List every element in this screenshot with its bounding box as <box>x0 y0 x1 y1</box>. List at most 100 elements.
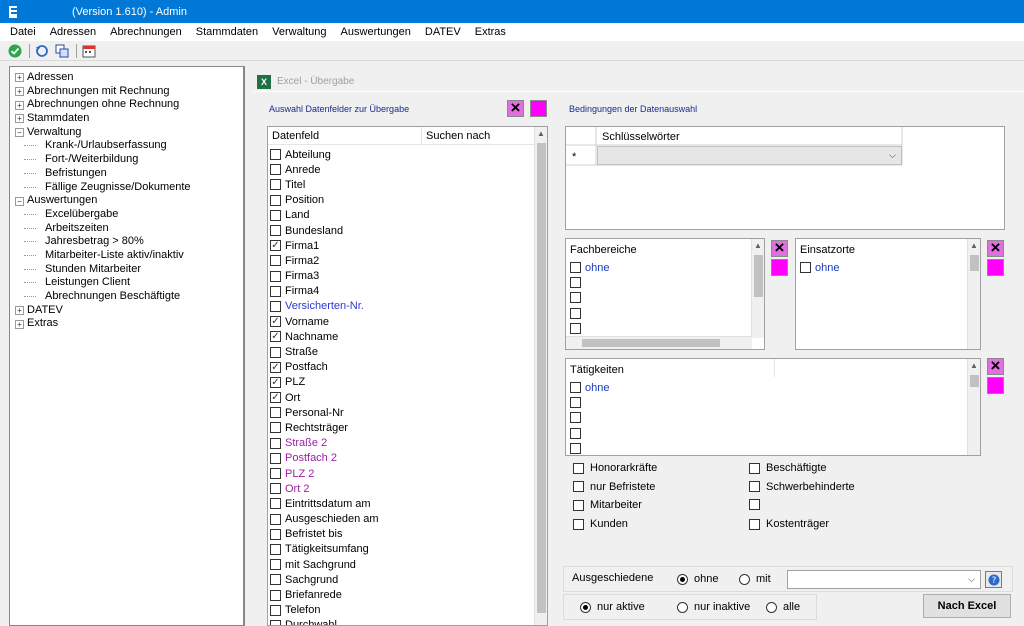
scroll-up-arrow[interactable]: ▲ <box>535 127 547 141</box>
field-checkbox[interactable] <box>270 209 281 221</box>
list-item[interactable]: ohne <box>800 260 839 275</box>
list-item-checkbox[interactable] <box>570 262 581 274</box>
tree-item[interactable]: + Stammdaten <box>15 112 191 126</box>
column-datenfeld[interactable]: Datenfeld <box>268 127 422 144</box>
list-item[interactable] <box>570 306 609 321</box>
expand-icon[interactable]: + <box>15 73 24 83</box>
person-type-checkbox[interactable] <box>749 499 760 511</box>
expand-icon[interactable]: + <box>15 100 24 110</box>
person-type-checkbox[interactable] <box>749 518 760 530</box>
field-row[interactable]: Straße <box>270 344 379 359</box>
tree-item[interactable]: − Verwaltung <box>15 126 191 140</box>
list-item-checkbox[interactable] <box>570 292 581 304</box>
field-row[interactable]: Durchwahl <box>270 618 379 625</box>
collapse-icon[interactable]: − <box>15 196 24 206</box>
field-checkbox[interactable] <box>270 498 281 510</box>
list-item-checkbox[interactable] <box>570 427 581 439</box>
tree-item[interactable]: + Adressen <box>15 71 191 85</box>
tree-item[interactable]: − Auswertungen <box>15 194 191 208</box>
scroll-up-arrow[interactable]: ▲ <box>968 239 980 253</box>
menu-datei[interactable]: Datei <box>0 26 43 38</box>
field-checkbox[interactable] <box>270 225 281 237</box>
radio-indicator[interactable] <box>739 573 750 585</box>
field-checkbox[interactable] <box>270 361 281 373</box>
person-type-checkbox[interactable] <box>573 481 584 493</box>
field-row[interactable]: Telefon <box>270 603 379 618</box>
deselect-all-fields-button[interactable] <box>507 98 524 118</box>
list-item[interactable] <box>570 441 609 455</box>
menu-stammdaten[interactable]: Stammdaten <box>189 26 265 38</box>
chevron-down-icon[interactable]: ⌵ <box>964 572 979 587</box>
collapse-icon[interactable]: − <box>15 128 24 138</box>
field-row[interactable]: Ort <box>270 390 379 405</box>
scroll-up-arrow[interactable]: ▲ <box>968 359 980 373</box>
export-excel-button[interactable]: Nach Excel <box>923 594 1011 618</box>
person-type-checkbox[interactable] <box>573 462 584 474</box>
chevron-down-icon[interactable]: ⌵ <box>885 148 900 163</box>
taetigkeiten-scrollbar[interactable]: ▲ <box>967 359 980 455</box>
einsatzorte-scrollbar[interactable]: ▲ <box>967 239 980 349</box>
person-type-option[interactable]: nur Befristete <box>573 481 655 493</box>
person-type-checkbox[interactable] <box>573 499 584 511</box>
field-checkbox[interactable] <box>270 316 281 328</box>
list-item-checkbox[interactable] <box>570 412 581 424</box>
deselect-all-einsatzorte-button[interactable] <box>987 238 1004 258</box>
ausgeschiedene-ohne-radio[interactable]: ohne <box>677 573 718 585</box>
menu-extras[interactable]: Extras <box>468 26 513 38</box>
field-checkbox[interactable] <box>270 619 281 625</box>
tree-item[interactable]: + Abrechnungen mit Rechnung <box>15 85 191 99</box>
select-all-einsatzorte-button[interactable] <box>987 259 1004 276</box>
scroll-thumb[interactable] <box>970 255 979 271</box>
keyword-select[interactable]: ⌵ <box>597 146 902 165</box>
field-checkbox[interactable] <box>270 513 281 525</box>
list-item-checkbox[interactable] <box>570 277 581 289</box>
field-checkbox[interactable] <box>270 528 281 540</box>
refresh-icon[interactable] <box>33 42 51 60</box>
tree-item[interactable]: Mitarbeiter-Liste aktiv/inaktiv <box>15 249 191 263</box>
person-type-option[interactable]: Mitarbeiter <box>573 499 642 511</box>
radio-indicator[interactable] <box>766 601 777 613</box>
field-checkbox[interactable] <box>270 346 281 358</box>
list-item-checkbox[interactable] <box>800 262 811 274</box>
field-checkbox[interactable] <box>270 468 281 480</box>
tree-item[interactable]: Excelübergabe <box>15 208 191 222</box>
expand-icon[interactable]: + <box>15 114 24 124</box>
field-row[interactable]: mit Sachgrund <box>270 557 379 572</box>
menu-datev[interactable]: DATEV <box>418 26 468 38</box>
menu-adressen[interactable]: Adressen <box>43 26 103 38</box>
status-nur-inaktive-radio[interactable]: nur inaktive <box>677 601 750 613</box>
help-icon[interactable]: ? <box>985 571 1002 588</box>
copy-icon[interactable] <box>53 42 71 60</box>
tree-item[interactable]: Stunden Mitarbeiter <box>15 263 191 277</box>
deselect-all-fachbereiche-button[interactable] <box>771 238 788 258</box>
tree-item[interactable]: + Abrechnungen ohne Rechnung <box>15 98 191 112</box>
field-checkbox[interactable] <box>270 376 281 388</box>
menu-abrechnungen[interactable]: Abrechnungen <box>103 26 189 38</box>
ausgeschiedene-mit-radio[interactable]: mit <box>739 573 771 585</box>
person-type-checkbox[interactable] <box>749 481 760 493</box>
tree-item[interactable]: Abrechnungen Beschäftigte <box>15 290 191 304</box>
menu-verwaltung[interactable]: Verwaltung <box>265 26 333 38</box>
field-checkbox[interactable] <box>270 437 281 449</box>
field-row[interactable]: Ort 2 <box>270 481 379 496</box>
tree-item[interactable]: Arbeitszeiten <box>15 222 191 236</box>
tree-item[interactable]: Fort-/Weiterbildung <box>15 153 191 167</box>
list-item[interactable]: ohne <box>570 380 609 395</box>
person-type-checkbox[interactable] <box>749 462 760 474</box>
person-type-option[interactable]: Schwerbehinderte <box>749 481 855 493</box>
scroll-thumb[interactable] <box>537 143 546 613</box>
field-row[interactable]: Befristet bis <box>270 527 379 542</box>
field-checkbox[interactable] <box>270 285 281 297</box>
field-checkbox[interactable] <box>270 543 281 555</box>
scroll-up-arrow[interactable]: ▲ <box>752 239 764 253</box>
person-type-option[interactable]: Kostenträger <box>749 518 829 530</box>
field-row[interactable]: Ausgeschieden am <box>270 512 379 527</box>
field-row[interactable]: PLZ <box>270 375 379 390</box>
person-type-checkbox[interactable] <box>573 518 584 530</box>
field-row[interactable]: Firma4 <box>270 284 379 299</box>
field-checkbox[interactable] <box>270 392 281 404</box>
field-checkbox[interactable] <box>270 483 281 495</box>
tree-item[interactable]: Krank-/Urlaubserfassung <box>15 139 191 153</box>
list-item-checkbox[interactable] <box>570 442 581 454</box>
field-row[interactable]: PLZ 2 <box>270 466 379 481</box>
